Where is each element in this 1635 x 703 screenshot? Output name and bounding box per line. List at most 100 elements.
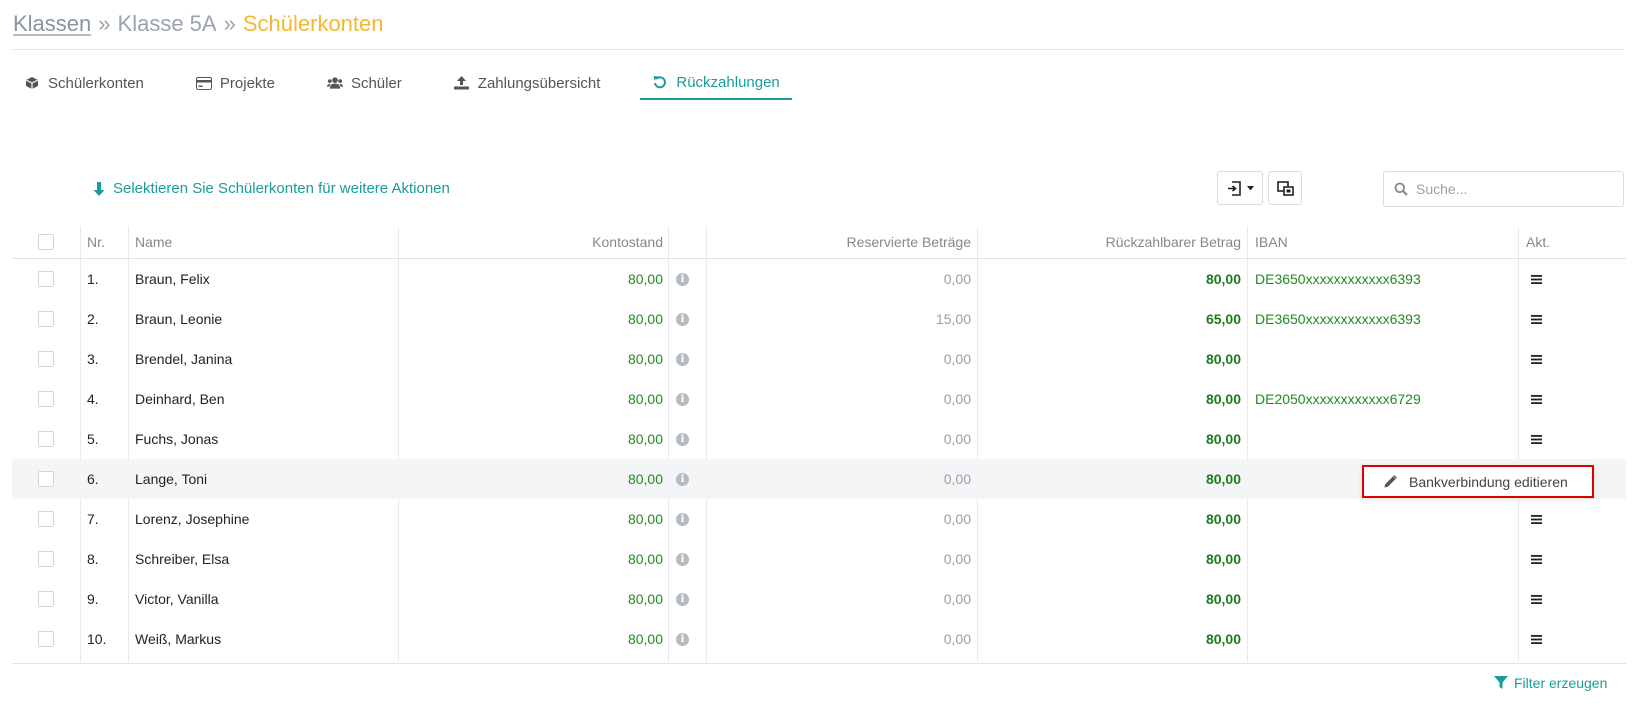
search-icon bbox=[1394, 182, 1408, 196]
search-input[interactable] bbox=[1416, 181, 1616, 197]
row-action-cell bbox=[1527, 379, 1545, 419]
tab-schuelerkonten[interactable]: Schülerkonten bbox=[12, 66, 156, 100]
row-checkbox[interactable] bbox=[38, 511, 54, 527]
row-reservierte-betraege: 0,00 bbox=[943, 551, 971, 567]
info-icon[interactable]: i bbox=[676, 352, 689, 366]
divider bbox=[12, 663, 1626, 664]
export-icon bbox=[1227, 180, 1242, 196]
info-icon[interactable]: i bbox=[676, 512, 689, 526]
row-checkbox[interactable] bbox=[38, 391, 54, 407]
create-filter-link[interactable]: Filter erzeugen bbox=[1494, 675, 1607, 691]
row-kontostand: 80,00 bbox=[627, 551, 663, 567]
row-select-cell bbox=[38, 539, 54, 579]
info-icon[interactable]: i bbox=[676, 552, 689, 566]
table-row[interactable]: 2. Braun, Leonie 80,00 i 15,00 65,00 DE3650xxx… bbox=[12, 299, 1626, 339]
row-reservierte-betraege: 0,00 bbox=[943, 631, 971, 647]
info-icon[interactable]: i bbox=[676, 392, 689, 406]
tab-projekte[interactable]: Projekte bbox=[184, 66, 287, 100]
row-name: Victor, Vanilla bbox=[135, 591, 219, 607]
header-nr[interactable]: Nr. bbox=[87, 226, 105, 258]
hamburger-menu-icon[interactable] bbox=[1527, 630, 1545, 648]
table-row[interactable]: 1. Braun, Felix 80,00 i 0,00 80,00 DE3650xxxxx… bbox=[12, 259, 1626, 299]
page-title: Schülerkonten bbox=[242, 11, 384, 36]
table-row[interactable]: 8. Schreiber, Elsa 80,00 i 0,00 80,00 bbox=[12, 539, 1626, 579]
table-row[interactable]: 7. Lorenz, Josephine 80,00 i 0,00 80,00 bbox=[12, 499, 1626, 539]
row-action-cell bbox=[1527, 579, 1545, 619]
hamburger-menu-icon[interactable] bbox=[1527, 270, 1545, 288]
header-name[interactable]: Name bbox=[135, 226, 172, 258]
row-nr: 10. bbox=[87, 631, 107, 647]
row-name: Schreiber, Elsa bbox=[135, 551, 230, 567]
row-kontostand: 80,00 bbox=[627, 311, 663, 327]
info-icon[interactable]: i bbox=[676, 432, 689, 446]
info-icon[interactable]: i bbox=[676, 312, 689, 326]
row-checkbox[interactable] bbox=[38, 631, 54, 647]
info-cell: i bbox=[676, 499, 689, 539]
row-checkbox[interactable] bbox=[38, 551, 54, 567]
hamburger-menu-icon[interactable] bbox=[1527, 390, 1545, 408]
row-checkbox[interactable] bbox=[38, 311, 54, 327]
row-nr: 1. bbox=[87, 271, 99, 287]
row-checkbox[interactable] bbox=[38, 591, 54, 607]
header-rueckzahlbarer-betrag[interactable]: Rückzahlbarer Betrag bbox=[1106, 226, 1241, 258]
breadcrumb-item-klasse[interactable]: Klasse 5A bbox=[118, 11, 217, 36]
row-kontostand: 80,00 bbox=[627, 471, 663, 487]
tab-zahlungsuebersicht[interactable]: Zahlungsübersicht bbox=[442, 66, 613, 100]
row-checkbox[interactable] bbox=[38, 431, 54, 447]
row-select-cell bbox=[38, 419, 54, 459]
edit-bank-details-menu-item[interactable]: Bankverbindung editieren bbox=[1409, 474, 1568, 490]
search-box bbox=[1383, 171, 1624, 207]
table-row[interactable]: 10. Weiß, Markus 80,00 i 0,00 80,00 bbox=[12, 619, 1626, 659]
row-action-cell bbox=[1527, 259, 1545, 299]
row-reservierte-betraege: 0,00 bbox=[943, 431, 971, 447]
info-cell: i bbox=[676, 299, 689, 339]
breadcrumb-link-klassen[interactable]: Klassen bbox=[13, 11, 91, 36]
info-icon[interactable]: i bbox=[676, 272, 689, 286]
hamburger-menu-icon[interactable] bbox=[1527, 590, 1545, 608]
row-rueckzahlbarer-betrag: 80,00 bbox=[1205, 391, 1241, 407]
row-rueckzahlbarer-betrag: 65,00 bbox=[1205, 311, 1241, 327]
row-select-cell bbox=[38, 579, 54, 619]
row-name: Lorenz, Josephine bbox=[135, 511, 250, 527]
header-reservierte-betraege[interactable]: Reservierte Beträge bbox=[846, 226, 971, 258]
hamburger-menu-icon[interactable] bbox=[1527, 430, 1545, 448]
table-row[interactable]: 3. Brendel, Janina 80,00 i 0,00 80,00 bbox=[12, 339, 1626, 379]
info-icon[interactable]: i bbox=[676, 472, 689, 486]
hamburger-menu-icon[interactable] bbox=[1527, 550, 1545, 568]
row-checkbox[interactable] bbox=[38, 351, 54, 367]
row-rueckzahlbarer-betrag: 80,00 bbox=[1205, 511, 1241, 527]
divider bbox=[12, 49, 1624, 50]
header-iban[interactable]: IBAN bbox=[1255, 226, 1288, 258]
table-row[interactable]: 5. Fuchs, Jonas 80,00 i 0,00 80,00 bbox=[12, 419, 1626, 459]
columns-toggle-button[interactable] bbox=[1268, 171, 1302, 205]
row-name: Braun, Felix bbox=[135, 271, 210, 287]
export-dropdown-button[interactable] bbox=[1217, 171, 1263, 205]
select-all-checkbox[interactable] bbox=[38, 234, 54, 250]
hamburger-menu-icon[interactable] bbox=[1527, 310, 1545, 328]
tab-schueler[interactable]: Schüler bbox=[315, 66, 414, 100]
row-checkbox[interactable] bbox=[38, 471, 54, 487]
undo-icon bbox=[652, 74, 668, 90]
row-kontostand: 80,00 bbox=[627, 351, 663, 367]
tab-rueckzahlungen[interactable]: Rückzahlungen bbox=[640, 66, 792, 100]
row-kontostand: 80,00 bbox=[627, 391, 663, 407]
hamburger-menu-icon[interactable] bbox=[1527, 510, 1545, 528]
row-select-cell bbox=[38, 499, 54, 539]
row-kontostand: 80,00 bbox=[627, 431, 663, 447]
info-icon[interactable]: i bbox=[676, 632, 689, 646]
row-action-cell bbox=[1527, 539, 1545, 579]
table-row[interactable]: 4. Deinhard, Ben 80,00 i 0,00 80,00 DE2050xxxx… bbox=[12, 379, 1626, 419]
row-checkbox[interactable] bbox=[38, 271, 54, 287]
header-kontostand[interactable]: Kontostand bbox=[592, 226, 663, 258]
info-cell: i bbox=[676, 539, 689, 579]
info-cell: i bbox=[676, 419, 689, 459]
selection-hint-text: Selektieren Sie Schülerkonten für weiter… bbox=[113, 180, 450, 197]
row-select-cell bbox=[38, 299, 54, 339]
row-reservierte-betraege: 0,00 bbox=[943, 351, 971, 367]
tab-label: Projekte bbox=[219, 74, 275, 92]
row-iban: DE2050xxxxxxxxxxxx6729 bbox=[1255, 391, 1421, 407]
row-name: Fuchs, Jonas bbox=[135, 431, 219, 447]
info-icon[interactable]: i bbox=[676, 592, 689, 606]
hamburger-menu-icon[interactable] bbox=[1527, 350, 1545, 368]
table-row[interactable]: 9. Victor, Vanilla 80,00 i 0,00 80,00 bbox=[12, 579, 1626, 619]
